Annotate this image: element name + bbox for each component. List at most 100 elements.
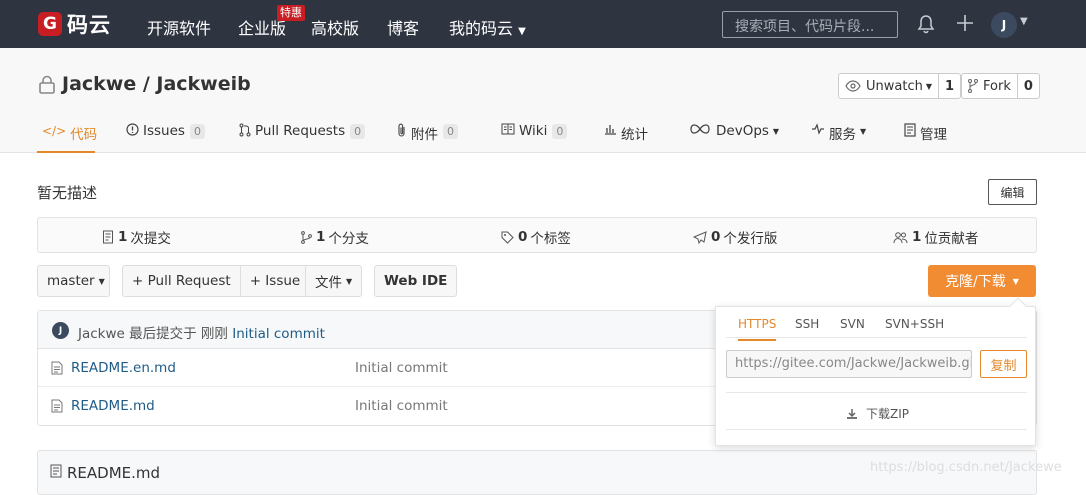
- web-ide-label: Web IDE: [384, 273, 448, 289]
- tab-attachments[interactable]: 附件 0: [397, 118, 458, 153]
- stat-releases-count: 0: [711, 229, 721, 245]
- file-icon: [51, 361, 63, 379]
- tab-manage[interactable]: 管理: [904, 118, 947, 153]
- commit-message-link[interactable]: Initial commit: [232, 326, 325, 342]
- branch-select[interactable]: master ▼: [37, 265, 110, 297]
- eye-icon: [845, 80, 861, 92]
- stat-commits-count: 1: [118, 229, 128, 245]
- plus-icon[interactable]: [955, 13, 975, 37]
- file-menu-value: 文件 ▼: [306, 266, 361, 296]
- tab-wiki[interactable]: Wiki 0: [501, 118, 568, 153]
- file-commit-message[interactable]: Initial commit: [355, 360, 448, 376]
- download-zip-label: 下载ZIP: [866, 407, 909, 421]
- clone-dropdown-panel: HTTPS SSH SVN SVN+SSH https://gitee.com/…: [715, 297, 1036, 446]
- tab-pull-requests[interactable]: Pull Requests 0: [239, 118, 366, 153]
- repo-header: Jackwe / Jackweib Unwatch ▼ 1 Fork 0 </>…: [0, 48, 1086, 153]
- tab-issues-label: Issues: [143, 123, 185, 139]
- chevron-down-icon: ▼: [772, 127, 780, 136]
- nav-link-university[interactable]: 高校版: [311, 15, 359, 39]
- tab-statistics[interactable]: 统计: [604, 118, 648, 153]
- tab-code-label: 代码: [70, 127, 98, 143]
- stat-contributors-count: 1: [912, 229, 922, 245]
- popover-arrow: [1009, 297, 1027, 315]
- tab-issues-count: 0: [189, 124, 205, 139]
- clone-url-input[interactable]: https://gitee.com/Jackwe/Jackweib.git: [726, 350, 972, 378]
- commit-icon: [103, 230, 113, 244]
- tab-services-label: 服务: [829, 127, 856, 143]
- watch-count[interactable]: 1: [939, 74, 960, 98]
- tab-pull-requests-count: 0: [350, 124, 366, 139]
- fork-button-group[interactable]: Fork 0: [961, 73, 1040, 99]
- stat-tags[interactable]: 0 个标签: [501, 227, 571, 247]
- avatar[interactable]: J: [991, 12, 1017, 38]
- clone-download-button[interactable]: 克隆/下载 ▼: [928, 265, 1036, 297]
- tab-attachments-label: 附件: [411, 127, 438, 143]
- lock-icon: [38, 75, 56, 99]
- tab-services[interactable]: 服务 ▼: [811, 118, 866, 153]
- clone-tab-svn-ssh[interactable]: SVN+SSH: [885, 317, 944, 339]
- stat-contributors[interactable]: 1 位贡献者: [893, 227, 978, 247]
- fork-icon: [968, 79, 978, 93]
- enterprise-promo-badge: 特惠: [277, 5, 305, 21]
- tag-icon: [501, 231, 514, 244]
- tab-pull-requests-label: Pull Requests: [255, 123, 346, 139]
- nav-link-my-gitee-label: 我的码云: [449, 19, 514, 38]
- divider: [726, 392, 1027, 393]
- repo-title[interactable]: Jackwe / Jackweib: [62, 73, 251, 95]
- tab-devops-label: DevOps: [716, 123, 769, 139]
- pulse-icon: [811, 123, 825, 135]
- clone-tab-svn[interactable]: SVN: [840, 317, 865, 339]
- top-navbar: G 码云 开源软件 企业版 特惠 高校版 博客 我的码云 ▼ 搜索项目、代码片段…: [0, 0, 1086, 48]
- readme-title: README.md: [67, 464, 161, 482]
- file-menu-button[interactable]: 文件 ▼: [305, 265, 363, 297]
- web-ide-button[interactable]: Web IDE: [374, 265, 458, 297]
- unwatch-button[interactable]: Unwatch ▼: [839, 74, 939, 98]
- tab-issues[interactable]: Issues 0: [126, 118, 205, 153]
- tab-devops[interactable]: DevOps ▼: [690, 118, 779, 153]
- fork-button[interactable]: Fork: [962, 74, 1018, 98]
- file-name-link[interactable]: README.md: [71, 398, 155, 414]
- divider: [726, 337, 1027, 338]
- logo-text: 码云: [67, 13, 111, 37]
- gitee-logo[interactable]: G 码云: [38, 11, 111, 37]
- tab-code[interactable]: </> 代码: [37, 118, 98, 153]
- stat-commits[interactable]: 1 次提交: [102, 227, 171, 247]
- fork-count[interactable]: 0: [1018, 74, 1039, 98]
- stat-releases[interactable]: 0 个发行版: [693, 227, 777, 247]
- stat-tags-label: 个标签: [530, 231, 571, 247]
- chevron-down-icon: ▼: [925, 81, 932, 91]
- new-pull-request-button[interactable]: + Pull Request: [123, 266, 240, 296]
- nav-link-opensource[interactable]: 开源软件: [147, 15, 211, 39]
- download-icon: [847, 408, 857, 419]
- paperclip-icon: [397, 123, 407, 137]
- bell-icon[interactable]: [917, 14, 935, 38]
- nav-link-blog[interactable]: 博客: [387, 15, 419, 39]
- pull-request-icon: [239, 123, 251, 137]
- stat-contributors-label: 位贡献者: [924, 231, 979, 247]
- clone-download-label: 克隆/下载: [945, 274, 1006, 290]
- branch-icon: [301, 230, 312, 244]
- stat-commits-label: 次提交: [130, 231, 171, 247]
- edit-description-button[interactable]: 编辑: [988, 179, 1037, 205]
- stat-branches[interactable]: 1 个分支: [301, 227, 369, 247]
- avatar[interactable]: J: [52, 322, 69, 339]
- clone-tab-ssh[interactable]: SSH: [795, 317, 819, 339]
- logo-icon: G: [38, 12, 62, 36]
- download-zip-link[interactable]: 下载ZIP: [846, 405, 909, 422]
- users-icon: [893, 231, 908, 243]
- search-input[interactable]: 搜索项目、代码片段...: [722, 11, 898, 38]
- copy-url-button[interactable]: 复制: [980, 350, 1027, 378]
- file-name-link[interactable]: README.en.md: [71, 360, 176, 376]
- chevron-down-icon: ▼: [860, 127, 867, 136]
- pr-issue-button-group: + Pull Request + Issue: [122, 265, 311, 297]
- tab-wiki-count: 0: [552, 124, 568, 139]
- book-icon: [501, 123, 515, 135]
- chevron-down-icon: ▼: [1012, 276, 1019, 286]
- chevron-down-icon[interactable]: ▼: [1020, 16, 1028, 27]
- new-issue-button[interactable]: + Issue: [239, 266, 310, 296]
- nav-link-my-gitee[interactable]: 我的码云 ▼: [449, 15, 526, 39]
- file-commit-message[interactable]: Initial commit: [355, 398, 448, 414]
- unwatch-button-group[interactable]: Unwatch ▼ 1: [838, 73, 962, 99]
- fork-label: Fork: [983, 78, 1011, 94]
- repo-description: 暂无描述: [37, 184, 98, 202]
